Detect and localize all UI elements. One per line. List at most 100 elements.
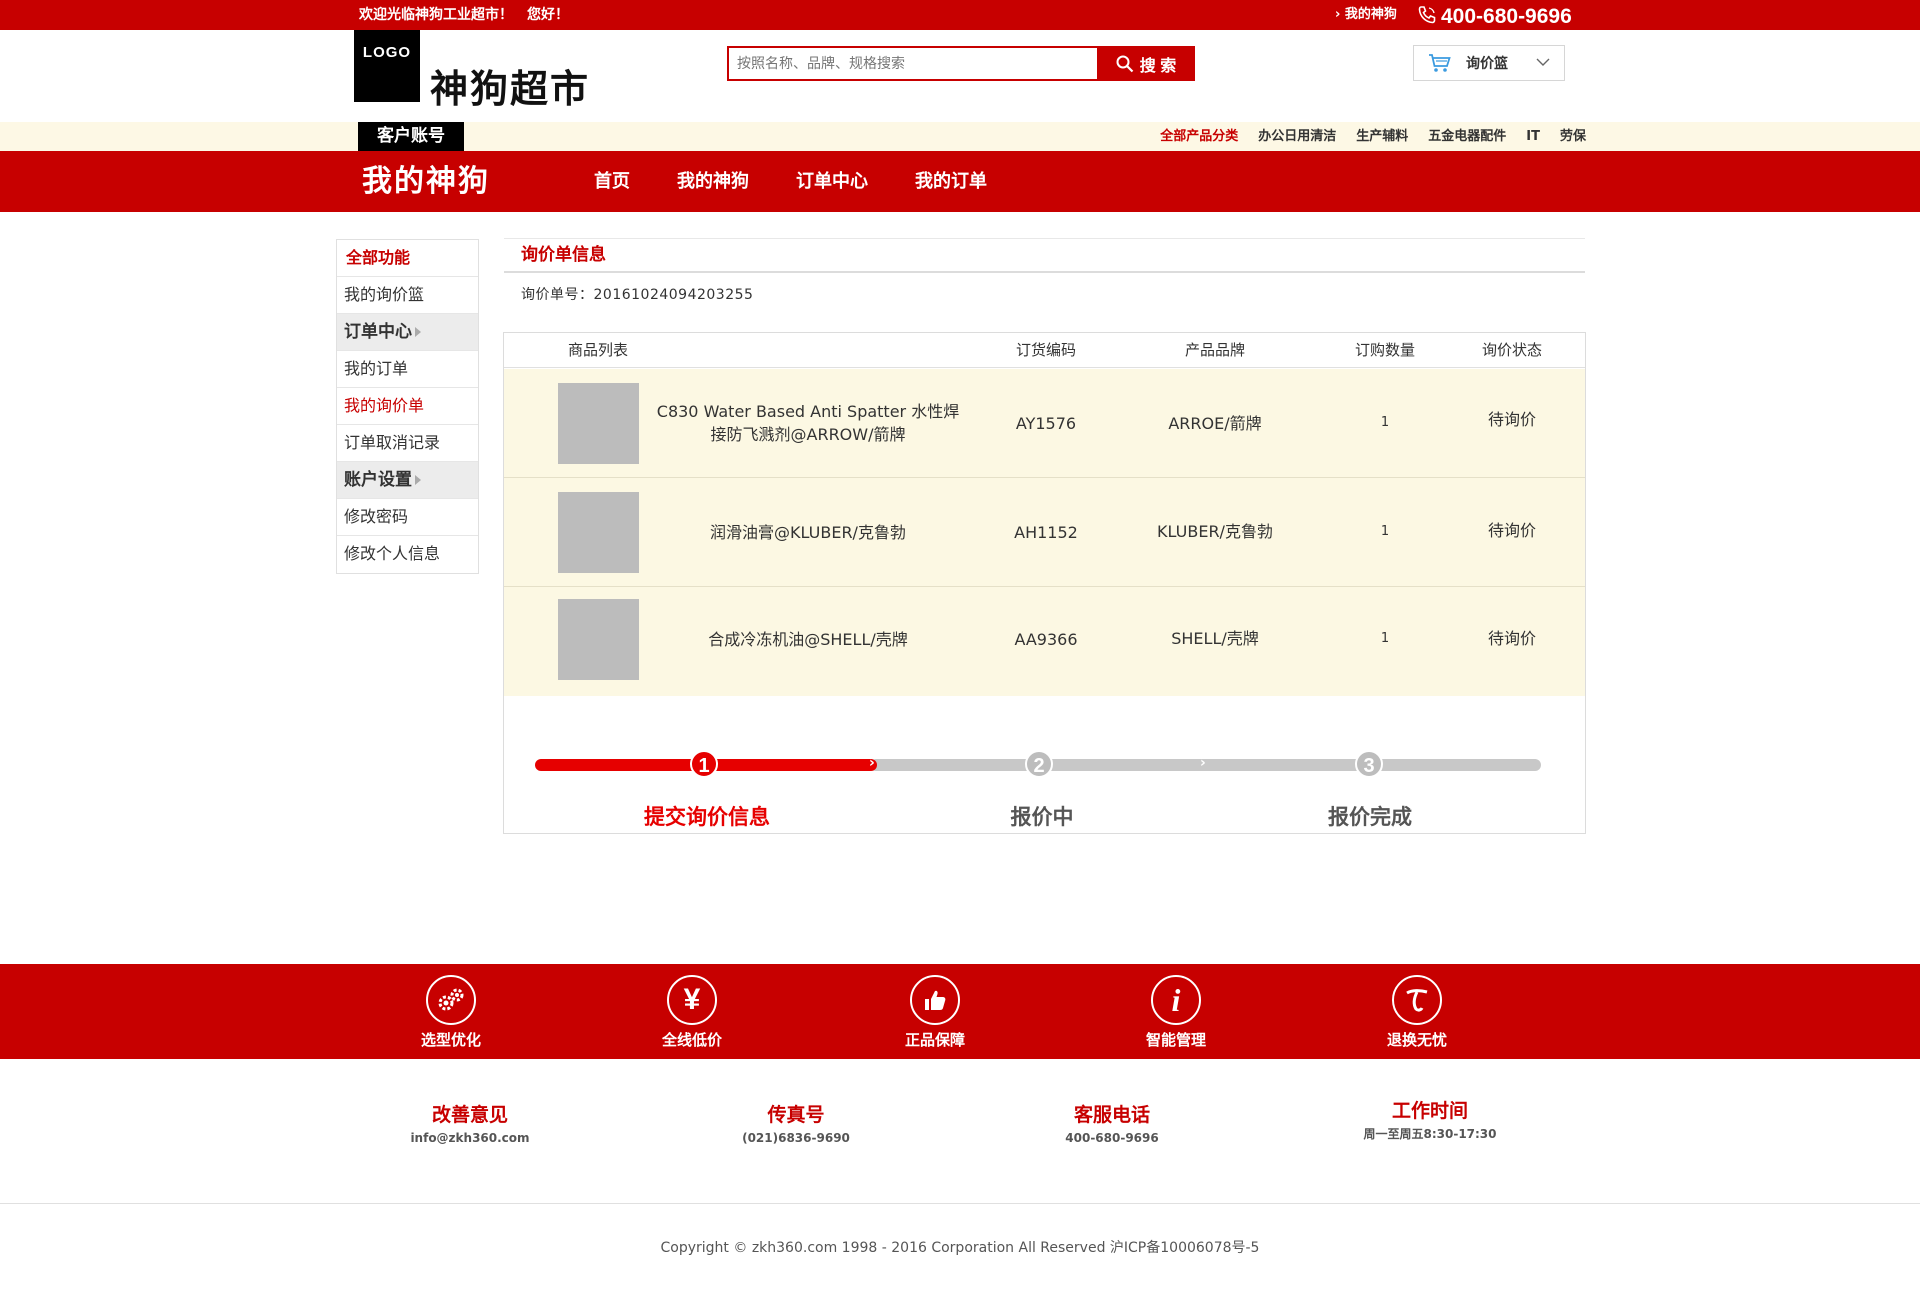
- contact-title: 工作时间: [1391, 1100, 1468, 1122]
- sidebar-item-change-password[interactable]: 修改密码: [337, 499, 478, 536]
- contact-title: 传真号: [767, 1104, 825, 1126]
- feature-label: 智能管理: [1145, 1031, 1206, 1049]
- sidebar-group-account-settings[interactable]: 账户设置: [337, 462, 478, 499]
- category-link-hardware[interactable]: 五金电器配件: [1428, 122, 1506, 152]
- sidebar-group-label: 账户设置: [344, 470, 412, 490]
- chevron-down-icon: [1536, 58, 1550, 66]
- cart-label: 询价篮: [1466, 56, 1508, 72]
- section-title: 询价单信息: [521, 245, 606, 265]
- column-header-quantity: 订购数量: [1354, 341, 1415, 359]
- search-button[interactable]: 搜 索: [1097, 46, 1195, 81]
- nav-order-center[interactable]: 订单中心: [796, 151, 868, 212]
- feature-label: 正品保障: [904, 1031, 965, 1049]
- step-2-label: 报价中: [1010, 805, 1074, 829]
- contact-value: 400-680-9696: [1065, 1131, 1159, 1145]
- main-nav: 我的神狗 首页 我的神狗 订单中心 我的订单: [0, 151, 1920, 212]
- step-3-label: 报价完成: [1328, 805, 1412, 829]
- category-link-safety[interactable]: 劳保: [1560, 122, 1586, 152]
- product-code: AH1152: [1014, 523, 1078, 542]
- sidebar-item-edit-profile[interactable]: 修改个人信息: [337, 536, 478, 573]
- nav-home[interactable]: 首页: [594, 151, 630, 212]
- hotline-number: 400-680-9696: [1441, 5, 1572, 28]
- section-brand-title: 我的神狗: [362, 164, 490, 199]
- sidebar-group-label: 订单中心: [344, 322, 412, 342]
- step-3-circle: 3: [1355, 750, 1383, 778]
- product-thumbnail[interactable]: [558, 383, 639, 464]
- sidebar-item-inquiry-basket[interactable]: 我的询价篮: [337, 277, 478, 314]
- column-header-brand: 产品品牌: [1184, 341, 1245, 359]
- caret-right-icon: [415, 327, 421, 337]
- feature-low-price: ¥ 全线低价: [632, 975, 752, 1051]
- product-name[interactable]: C830 Water Based Anti Spatter 水性焊接防飞溅剂@A…: [652, 400, 964, 446]
- customer-account-tab[interactable]: 客户账号: [358, 122, 464, 151]
- nav-my-orders[interactable]: 我的订单: [915, 151, 987, 212]
- product-name[interactable]: 合成冷冻机油@SHELL/壳牌: [652, 628, 964, 651]
- site-name: 神狗超市: [430, 67, 591, 111]
- product-code: AY1576: [1015, 414, 1077, 433]
- step-2-circle: 2: [1025, 750, 1053, 778]
- inquiry-status: 待询价: [1487, 521, 1536, 540]
- product-name[interactable]: 润滑油膏@KLUBER/克鲁勃: [652, 521, 964, 544]
- step-arrow-icon: ›: [869, 755, 875, 771]
- product-brand: SHELL/壳牌: [1171, 629, 1259, 648]
- product-code: AA9366: [1014, 630, 1078, 649]
- product-thumbnail[interactable]: [558, 492, 639, 573]
- feature-label: 全线低价: [661, 1031, 722, 1049]
- sidebar-item-cancel-records[interactable]: 订单取消记录: [337, 425, 478, 462]
- category-links: 全部产品分类 办公日用清洁 生产辅料 五金电器配件 IT 劳保: [1160, 122, 1586, 152]
- contact-value[interactable]: info@zkh360.com: [360, 1128, 580, 1148]
- search-input[interactable]: [727, 46, 1097, 81]
- product-quantity: 1: [1380, 415, 1390, 430]
- search-button-label: 搜 索: [1139, 57, 1177, 75]
- footer-divider: [0, 1203, 1920, 1204]
- category-link-production[interactable]: 生产辅料: [1356, 122, 1408, 152]
- inquiry-basket-dropdown[interactable]: 询价篮: [1413, 45, 1565, 81]
- feature-selection: 选型优化: [391, 975, 511, 1051]
- section-divider: [504, 271, 1585, 273]
- content-divider: [504, 238, 1585, 239]
- contact-service-phone: 客服电话 400-680-9696: [1002, 1102, 1222, 1148]
- thumbs-up-icon: [910, 975, 960, 1025]
- sidebar-item-my-orders[interactable]: 我的订单: [337, 351, 478, 388]
- sidebar-item-my-inquiries[interactable]: 我的询价单: [337, 388, 478, 425]
- gears-icon: [426, 975, 476, 1025]
- inquiry-number: 询价单号：20161024094203255: [521, 287, 754, 303]
- product-brand: KLUBER/克鲁勃: [1157, 522, 1273, 541]
- my-account-link[interactable]: › 我的神狗: [1335, 0, 1397, 30]
- column-header-status: 询价状态: [1481, 341, 1542, 359]
- contact-title: 改善意见: [431, 1104, 508, 1126]
- caret-right-icon: [415, 475, 421, 485]
- product-thumbnail[interactable]: [558, 599, 639, 680]
- step-arrow-icon: ›: [1200, 755, 1206, 771]
- contact-working-hours: 工作时间 周一至周五8:30-17:30: [1320, 1098, 1540, 1144]
- logo[interactable]: LOGO: [354, 30, 420, 102]
- contact-title: 客服电话: [1073, 1104, 1150, 1126]
- info-icon: i: [1151, 975, 1201, 1025]
- product-quantity: 1: [1380, 524, 1390, 539]
- sidebar-group-order-center[interactable]: 订单中心: [337, 314, 478, 351]
- category-link-all[interactable]: 全部产品分类: [1160, 122, 1238, 152]
- welcome-text: 欢迎光临神狗工业超市！ 您好！: [359, 7, 569, 23]
- category-link-office[interactable]: 办公日用清洁: [1258, 122, 1336, 152]
- yen-icon: ¥: [667, 975, 717, 1025]
- feature-genuine: 正品保障: [875, 975, 995, 1051]
- cart-icon: [1429, 54, 1451, 72]
- step-1-circle: 1: [690, 750, 718, 778]
- category-link-it[interactable]: IT: [1526, 122, 1540, 152]
- top-bar: 欢迎光临神狗工业超市！ 您好！ › 我的神狗 400-680-9696: [0, 0, 1920, 30]
- nav-my-account[interactable]: 我的神狗: [677, 151, 749, 212]
- category-strip: [0, 122, 1920, 151]
- step-1-label: 提交询价信息: [644, 805, 770, 829]
- product-brand: ARROE/箭牌: [1168, 414, 1262, 433]
- feature-label: 退换无忧: [1386, 1031, 1447, 1049]
- column-header-code: 订货编码: [1015, 341, 1076, 359]
- contact-value: 周一至周五8:30-17:30: [1363, 1127, 1497, 1141]
- search-icon: [1116, 55, 1134, 72]
- column-header-products: 商品列表: [567, 341, 628, 359]
- phone-icon: [1418, 6, 1436, 24]
- inquiry-status: 待询价: [1487, 629, 1536, 648]
- contact-value: (021)6836-9690: [742, 1131, 850, 1145]
- return-icon: [1392, 975, 1442, 1025]
- feature-label: 选型优化: [420, 1031, 481, 1049]
- product-quantity: 1: [1380, 631, 1390, 646]
